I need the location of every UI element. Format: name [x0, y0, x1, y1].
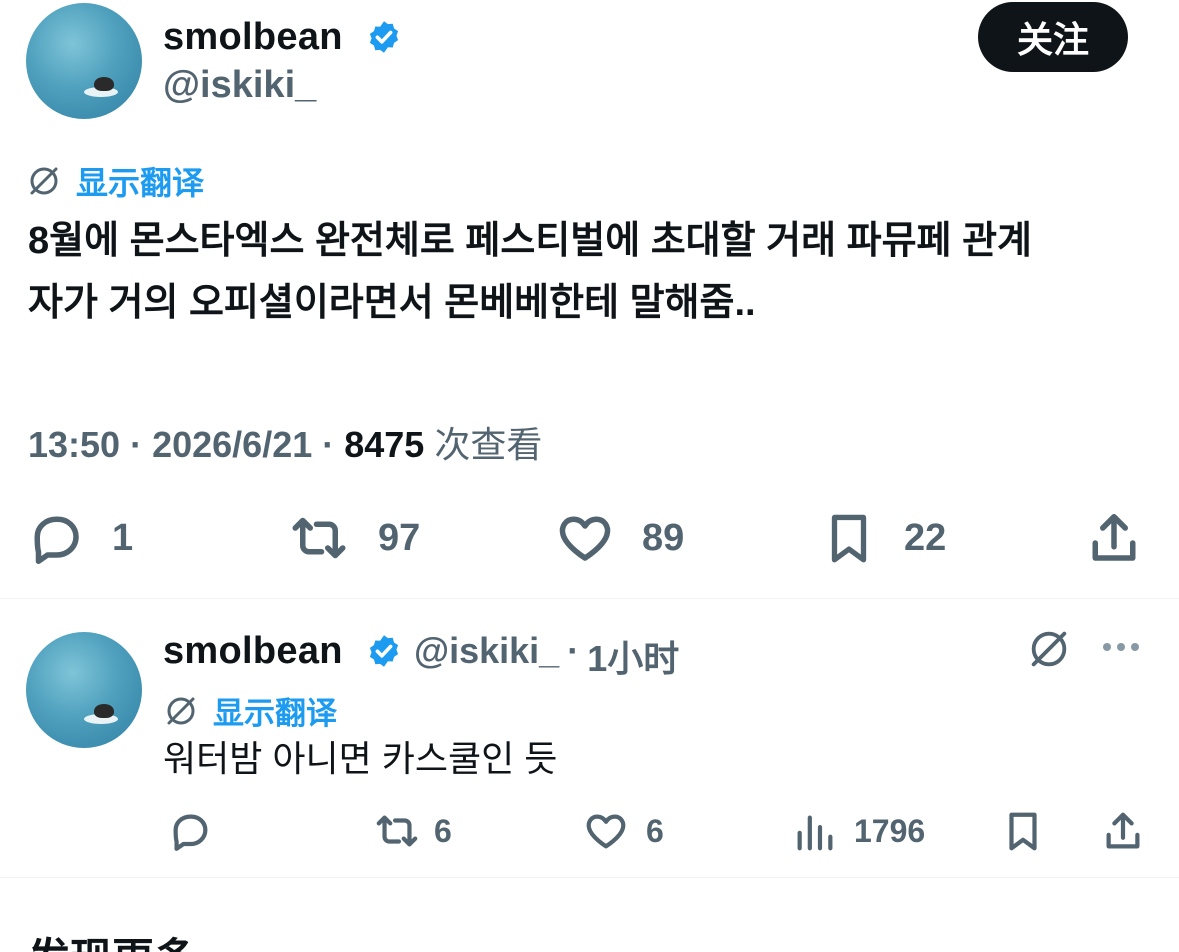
heart-icon — [559, 516, 611, 561]
reply-share-button[interactable] — [1100, 808, 1146, 854]
reply-text: 워터밤 아니면 카스쿨인 듯 — [163, 738, 558, 779]
reply-count: 1 — [112, 516, 134, 559]
tweet-text-line: 자가 거의 오피셜이라면서 몬베베한테 말해줌.. — [28, 282, 756, 324]
retweet-icon — [292, 517, 346, 559]
reply-reply-button[interactable] — [165, 808, 215, 854]
reply-button[interactable]: 1 — [26, 508, 133, 568]
retweet-icon — [376, 815, 418, 847]
translate-icon — [30, 167, 58, 195]
reply-handle[interactable]: @iskiki_ — [414, 630, 559, 682]
retweet-button[interactable]: 97 — [286, 508, 420, 568]
tweet-meta: 13:50 · 2026/6/21 · 8475 次查看 — [28, 416, 542, 468]
share-button[interactable] — [1084, 508, 1144, 568]
reply-icon — [173, 814, 208, 851]
author-name[interactable]: smolbean — [163, 16, 343, 59]
heart-icon — [586, 814, 626, 849]
bookmark-button[interactable]: 22 — [820, 508, 946, 568]
tweet-text: 8월에 몬스타엑스 완전체로 페스티벌에 초대할 거래 파뮤페 관계 자가 거의… — [28, 210, 1158, 334]
reply-icon — [34, 516, 79, 564]
reply-author-name[interactable]: smolbean — [163, 630, 343, 673]
reply-views-button[interactable]: 1796 — [792, 808, 925, 854]
avatar[interactable] — [26, 3, 142, 119]
views-label: 次查看 — [434, 424, 543, 465]
verified-badge-icon — [369, 21, 399, 53]
reply-retweet-button[interactable]: 6 — [370, 808, 452, 854]
share-icon — [1106, 812, 1140, 849]
views-icon — [797, 815, 833, 851]
reply-avatar[interactable] — [26, 632, 142, 748]
tweet-time[interactable]: 13:50 — [28, 424, 120, 466]
bookmark-icon — [1009, 812, 1037, 851]
verified-badge-icon — [369, 635, 399, 667]
show-translation-label: 显示翻译 — [76, 165, 205, 201]
bookmark-icon — [831, 514, 867, 563]
author-handle[interactable]: @iskiki_ — [163, 64, 316, 107]
follow-button[interactable]: 关注 — [978, 2, 1128, 72]
more-options-icon[interactable] — [1103, 643, 1139, 651]
divider — [0, 877, 1179, 878]
like-count: 89 — [642, 516, 685, 559]
reply-time[interactable]: 1小时 — [587, 630, 679, 682]
discover-more-heading: 发现更多 — [28, 925, 196, 952]
tweet-date[interactable]: 2026/6/21 — [152, 424, 312, 466]
views-count: 8475 — [344, 424, 425, 465]
retweet-count: 97 — [378, 516, 421, 559]
tweet-text-line: 8월에 몬스타엑스 완전체로 페스티벌에 초대할 거래 파뮤페 관계 — [28, 220, 1032, 262]
show-translation-label: 显示翻译 — [213, 696, 337, 731]
translate-icon[interactable] — [1026, 626, 1072, 672]
reply-views-count: 1796 — [854, 812, 926, 849]
show-translation-button[interactable]: 显示翻译 — [26, 158, 204, 204]
reply-retweet-count: 6 — [434, 812, 452, 849]
translate-icon — [167, 697, 195, 724]
reply-bookmark-button[interactable] — [1000, 808, 1046, 854]
meta-separator: · — [130, 424, 143, 465]
reply-show-translation-button[interactable]: 显示翻译 — [163, 688, 337, 733]
reply-like-button[interactable]: 6 — [580, 808, 664, 854]
bookmark-count: 22 — [904, 516, 947, 559]
meta-separator: · — [567, 630, 580, 671]
share-icon — [1092, 514, 1136, 561]
reply-author-handle: @iskiki_ · 1小时 — [414, 630, 679, 682]
divider — [0, 598, 1179, 599]
reply-like-count: 6 — [646, 812, 664, 849]
meta-separator: · — [322, 424, 335, 465]
like-button[interactable]: 89 — [554, 508, 684, 568]
